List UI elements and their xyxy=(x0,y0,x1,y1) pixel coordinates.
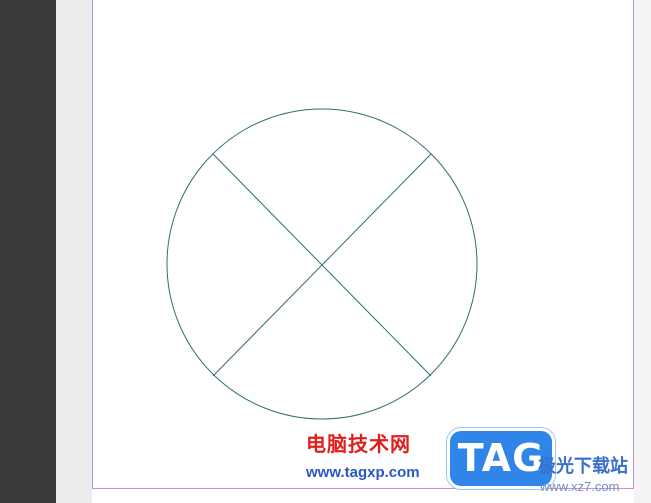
watermark-site-url: www.tagxp.com xyxy=(306,464,420,481)
watermark-site-name: 电脑技术网 xyxy=(306,432,411,456)
watermark-partner-name: 极光下载站 xyxy=(538,456,628,477)
watermark-partner-url: www.xz7.com xyxy=(540,479,620,494)
circle-shape[interactable] xyxy=(166,108,478,420)
